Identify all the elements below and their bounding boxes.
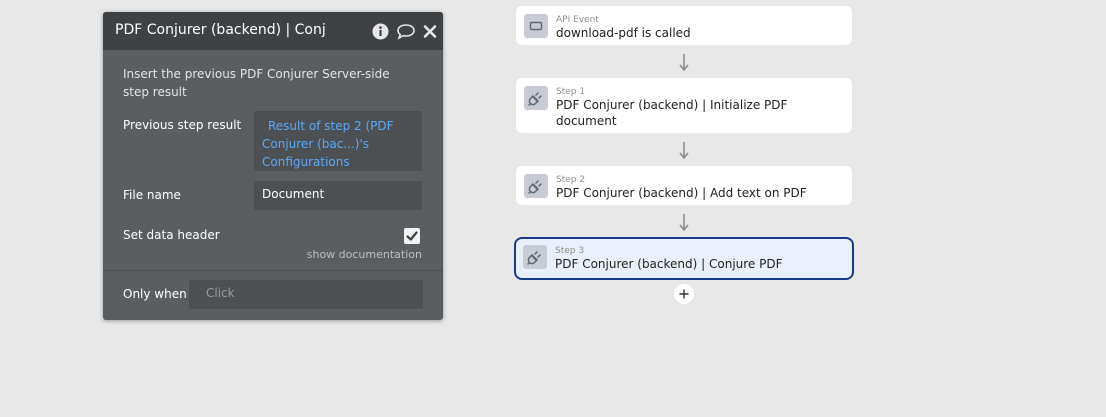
previous-step-expression-field[interactable]: Result of step 2 (PDF Conjurer (bac...)'…	[254, 111, 422, 171]
file-name-input[interactable]: Document	[254, 181, 422, 210]
panel-description: Insert the previous PDF Conjurer Server-…	[123, 67, 390, 99]
step-number-label: Step 1	[556, 87, 586, 97]
step-title: PDF Conjurer (backend) | Add text on PDF	[556, 186, 807, 200]
set-data-header-checkbox[interactable]	[404, 228, 420, 244]
comment-icon[interactable]	[396, 23, 416, 40]
step-number-label: Step 3	[555, 246, 585, 256]
step-3-card[interactable]: Step 3 PDF Conjurer (backend) | Conjure …	[514, 237, 854, 280]
add-step-button[interactable]	[674, 284, 694, 304]
step-title: PDF Conjurer (backend) | Conjure PDF	[555, 257, 783, 271]
step-title: PDF Conjurer (backend) | Initialize PDF …	[556, 98, 788, 128]
plug-icon	[524, 174, 548, 198]
step-1-card[interactable]: Step 1 PDF Conjurer (backend) | Initiali…	[516, 78, 852, 133]
panel-header[interactable]: PDF Conjurer (backend) | Conjure PDF	[103, 12, 443, 50]
event-title: download-pdf is called	[556, 26, 691, 40]
show-documentation-link[interactable]: show documentation	[283, 248, 422, 261]
only-when-label: Only when	[123, 287, 187, 301]
plug-icon	[524, 86, 548, 110]
panel-title: PDF Conjurer (backend) | Conjure PDF	[115, 22, 325, 38]
only-when-condition-field[interactable]: Click	[189, 280, 423, 309]
previous-step-label: Previous step result	[123, 118, 242, 132]
connector-arrow-icon	[677, 140, 691, 162]
connector-arrow-icon	[677, 52, 691, 74]
checkmark-icon	[406, 231, 418, 241]
event-type-label: API Event	[556, 15, 599, 25]
plug-icon	[523, 245, 547, 269]
step-number-label: Step 2	[556, 175, 586, 185]
set-data-header-label: Set data header	[123, 228, 220, 242]
info-icon[interactable]	[372, 23, 389, 40]
close-icon[interactable]	[423, 23, 437, 40]
step-property-panel: PDF Conjurer (backend) | Conjure PDF Ins…	[103, 12, 443, 320]
api-event-card[interactable]: API Event download-pdf is called	[516, 6, 852, 45]
connector-arrow-icon	[677, 212, 691, 234]
plus-icon	[679, 289, 689, 299]
api-event-icon	[524, 14, 548, 38]
previous-step-expression-value[interactable]: Result of step 2 (PDF Conjurer (bac...)'…	[262, 119, 394, 169]
file-name-label: File name	[123, 188, 181, 202]
step-2-card[interactable]: Step 2 PDF Conjurer (backend) | Add text…	[516, 166, 852, 205]
panel-divider	[103, 270, 443, 271]
